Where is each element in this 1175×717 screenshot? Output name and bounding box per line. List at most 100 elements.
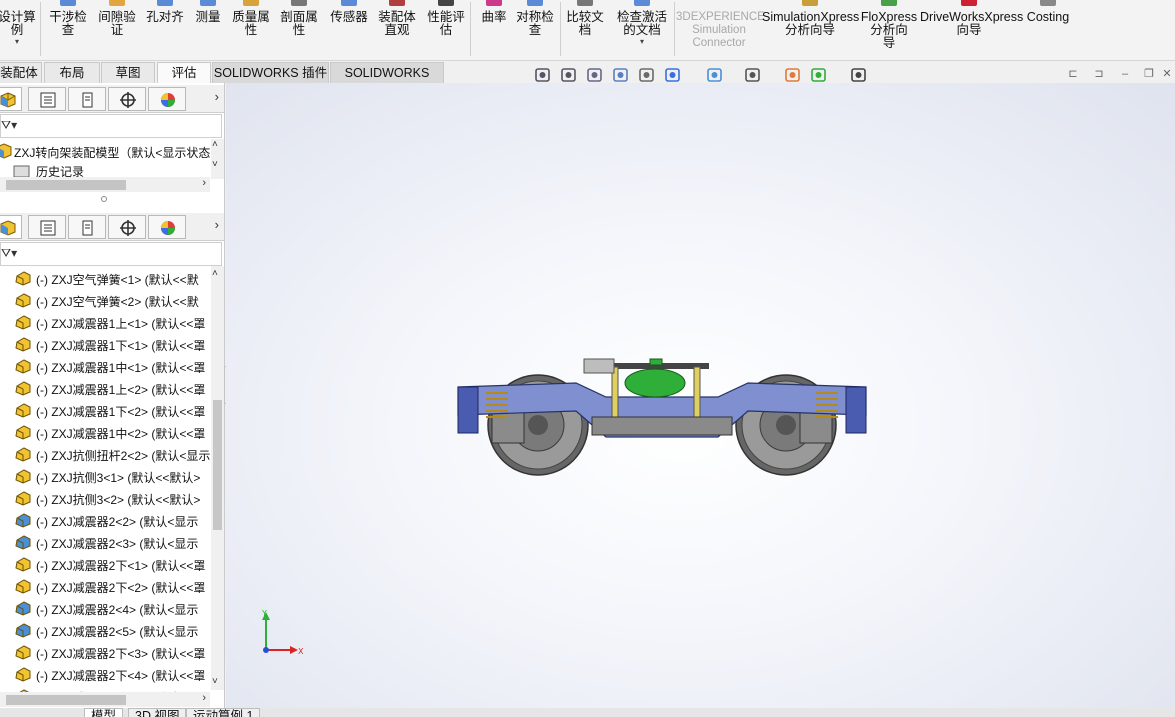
tree-item-component[interactable]: (-) ZXJ减震器1下<1> (默认<<罩 [0, 333, 212, 355]
property-manager-tab[interactable] [28, 87, 66, 111]
tile-left-icon[interactable]: ⊏ [1066, 68, 1080, 82]
top-tree-scrollbar[interactable]: ˄ ˅ [211, 139, 224, 179]
feature-manager-tab-2[interactable] [0, 215, 22, 239]
dimxpert-manager-tab-2[interactable] [108, 215, 146, 239]
ribbon-command-9[interactable]: 性能评 估 [423, 0, 469, 37]
filter-box-bottom[interactable]: ⛛▾ [0, 242, 222, 266]
tree-item-history[interactable]: 历史记录 [0, 161, 212, 177]
ribbon-command-5[interactable]: 质量属 性 [228, 0, 274, 37]
ribbon-command-8[interactable]: 装配体 直观 [374, 0, 420, 37]
tree-item-component[interactable]: (-) ZXJ抗侧3<1> (默认<<默认> [0, 465, 212, 487]
hide-show-icon[interactable] [744, 66, 762, 84]
zoom-area-icon[interactable] [560, 66, 578, 84]
tile-right-icon[interactable]: ⊐ [1092, 68, 1106, 82]
ribbon-command-12[interactable]: 比较文 档 [562, 0, 608, 37]
scroll-down-icon[interactable]: ˅ [212, 159, 218, 170]
tree-item-component[interactable]: (-) ZXJ减震器1中<2> (默认<<罩 [0, 421, 212, 443]
display-manager-tab[interactable] [148, 87, 186, 111]
tree-item-component[interactable]: (-) ZXJ减震器1上<2> (默认<<罩 [0, 377, 212, 399]
ribbon-command-10[interactable]: 曲率 [475, 0, 513, 24]
ribbon-command-18[interactable]: Costing [1024, 0, 1072, 24]
ribbon-command-0[interactable]: 设计算 例 ▾ [0, 0, 37, 47]
ribbon-command-17[interactable]: DriveWorksXpress 向导 [920, 0, 1023, 37]
tree-item-component[interactable]: (-) ZXJ减震器2下<2> (默认<<罩 [0, 575, 212, 597]
vscroll-thumb[interactable] [213, 400, 222, 530]
dropdown-caret-icon[interactable]: ▾ [0, 37, 37, 47]
ribbon-command-6[interactable]: 剖面属 性 [276, 0, 322, 37]
zoom-to-fit-icon[interactable] [534, 66, 552, 84]
splitter-handle-icon[interactable] [101, 196, 107, 202]
command-tab-3[interactable]: 评估 [157, 62, 211, 83]
ribbon-command-2[interactable]: 间隙验 证 [95, 0, 139, 37]
tree-item-component[interactable]: (-) ZXJ减震器2<2> (默认<显示 [0, 509, 212, 531]
triad-x-label: X [298, 647, 304, 656]
hscroll-right-icon-2[interactable]: › [202, 692, 206, 704]
tree-item-component[interactable]: (-) ZXJ减震器2下<1> (默认<<罩 [0, 553, 212, 575]
part-icon-yellow [15, 447, 31, 462]
tree-item-component[interactable]: (-) ZXJ减震器2<3> (默认<显示 [0, 531, 212, 553]
chevron-right-icon[interactable]: › [215, 89, 219, 104]
dropdown-caret-icon[interactable]: ▾ [612, 37, 672, 47]
chevron-right-icon-2[interactable]: › [215, 217, 219, 232]
tree-item-component[interactable]: (-) ZXJ减震器2<5> (默认<显示 [0, 619, 212, 641]
part-icon-yellow [15, 667, 31, 682]
tree-item-component[interactable]: (-) ZXJ减震器2<4> (默认<显示 [0, 597, 212, 619]
component-tree-scrollbar[interactable]: ˄ ˅ [211, 266, 224, 690]
tree-item-component[interactable]: (-) ZXJ空气弹簧<1> (默认<<默 [0, 267, 212, 289]
display-style-icon[interactable] [706, 66, 724, 84]
feature-manager-tab[interactable] [0, 87, 22, 111]
command-tab-2[interactable]: 草图 [101, 62, 155, 83]
configuration-manager-tab[interactable] [68, 87, 106, 111]
dimxpert-manager-tab[interactable] [108, 87, 146, 111]
tree-item-component[interactable]: (-) ZXJ减震器1上<1> (默认<<罩 [0, 311, 212, 333]
tree-item-component[interactable]: (-) ZXJ减震器2下<4> (默认<<罩 [0, 663, 212, 685]
dynamic-annotation-icon[interactable] [638, 66, 656, 84]
ribbon-command-11[interactable]: 对称检 查 [513, 0, 557, 37]
ribbon-command-3[interactable]: 孔对齐 [143, 0, 187, 24]
hscroll-thumb-2[interactable] [6, 695, 126, 705]
bottom-tab-1[interactable]: 3D 视图 [128, 708, 187, 717]
tree-item-label: (-) ZXJ减震器2下<2> (默认<<罩 [36, 581, 206, 595]
bottom-tab-0[interactable]: 模型 [84, 708, 124, 717]
close-icon[interactable]: ✕ [1160, 68, 1174, 82]
tree-item-component[interactable]: (-) ZXJ减震器1中<1> (默认<<罩 [0, 355, 212, 377]
view-settings-icon[interactable] [850, 66, 868, 84]
tree-item-component[interactable]: (-) ZXJ抗侧扭杆2<2> (默认<显示 [0, 443, 212, 465]
tree-item-component[interactable]: (-) ZXJ减震器1下<2> (默认<<罩 [0, 399, 212, 421]
scroll-up-icon[interactable]: ˄ [212, 139, 218, 150]
ribbon-command-1[interactable]: 干涉检 查 [44, 0, 92, 37]
view-orientation-icon[interactable] [664, 66, 682, 84]
ribbon-command-4[interactable]: 测量 [190, 0, 226, 24]
top-tree-hscrollbar[interactable]: › [0, 177, 210, 192]
command-tab-1[interactable]: 布局 [44, 62, 100, 83]
hscroll-right-icon[interactable]: › [202, 177, 206, 189]
graphics-area[interactable]: Y X [226, 83, 1175, 708]
restore-icon[interactable]: ❐ [1142, 68, 1156, 82]
ribbon-command-15[interactable]: SimulationXpress 分析向导 [762, 0, 859, 37]
display-manager-tab-2[interactable] [148, 215, 186, 239]
tree-root[interactable]: ZXJ转向架装配模型（默认<显示状态 [0, 140, 212, 162]
scroll-up-icon-2[interactable]: ˄ [212, 268, 218, 279]
tree-item-component[interactable]: (-) ZXJ空气弹簧<2> (默认<<默 [0, 289, 212, 311]
command-tab-0[interactable]: 装配体 [0, 62, 42, 83]
ribbon-command-7[interactable]: 传感器 [326, 0, 372, 24]
apply-scene-icon[interactable] [810, 66, 828, 84]
command-tab-4[interactable]: SOLIDWORKS 插件 [212, 62, 329, 83]
previous-view-icon[interactable] [586, 66, 604, 84]
minimize-icon[interactable]: – [1118, 68, 1132, 82]
property-manager-tab-2[interactable] [28, 215, 66, 239]
configuration-manager-tab-2[interactable] [68, 215, 106, 239]
hscroll-thumb[interactable] [6, 180, 126, 190]
tree-item-component[interactable]: (-) ZXJ减震器2下<3> (默认<<罩 [0, 641, 212, 663]
section-view-icon[interactable] [612, 66, 630, 84]
filter-box-top[interactable]: ⛛▾ [0, 114, 222, 138]
bogie-assembly-model[interactable] [456, 353, 868, 481]
edit-appearance-icon[interactable] [784, 66, 802, 84]
component-tree-hscrollbar[interactable]: › [0, 692, 210, 707]
ribbon-command-16[interactable]: FloXpress 分析向 导 [860, 0, 918, 50]
ribbon-command-13[interactable]: 检查激活 的文档 ▾ [612, 0, 672, 47]
command-tab-5[interactable]: SOLIDWORKS MBD [330, 62, 444, 100]
tree-item-component[interactable]: (-) ZXJ抗侧3<2> (默认<<默认> [0, 487, 212, 509]
bottom-tab-2[interactable]: 运动算例 1 [186, 708, 261, 717]
scroll-down-icon-2[interactable]: ˅ [212, 676, 218, 687]
